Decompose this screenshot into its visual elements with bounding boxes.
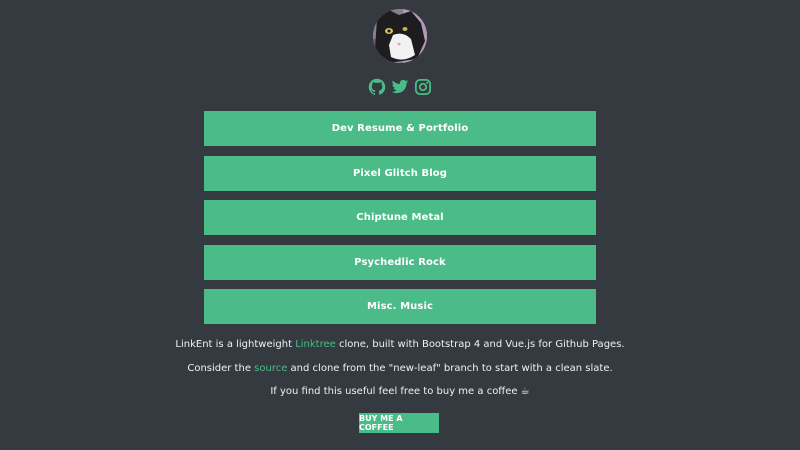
cat-avatar-image [373,9,427,63]
link-list: Dev Resume & Portfolio Pixel Glitch Blog… [204,111,596,334]
link-button-misc-music[interactable]: Misc. Music [204,289,596,324]
description-line: LinkEnt is a lightweight Linktree clone,… [0,339,800,350]
github-icon[interactable] [368,78,386,96]
description-text-pre: LinkEnt is a lightweight [175,339,296,350]
buy-coffee-button[interactable]: BUY ME A COFFEE [359,413,439,433]
source-text-pre: Consider the [187,363,255,374]
twitter-icon[interactable] [391,78,409,96]
link-button-psychedelic-rock[interactable]: Psychedlic Rock [204,244,596,280]
source-link[interactable]: source [254,363,287,374]
description-text-post: clone, built with Bootstrap 4 and Vue.js… [335,339,625,350]
link-button-chiptune-metal[interactable]: Chiptune Metal [204,200,596,235]
coffee-note: If you find this useful feel free to buy… [270,386,530,397]
link-button-dev-resume[interactable]: Dev Resume & Portfolio [204,111,596,146]
link-page: Dev Resume & Portfolio Pixel Glitch Blog… [0,0,800,450]
social-links [368,77,432,97]
instagram-icon[interactable] [414,78,432,96]
source-text-post: and clone from the "new-leaf" branch to … [287,363,613,374]
link-button-pixel-glitch-blog[interactable]: Pixel Glitch Blog [204,155,596,191]
source-line: Consider the source and clone from the "… [0,363,800,374]
linktree-link[interactable]: Linktree [295,339,336,350]
avatar [373,9,427,63]
